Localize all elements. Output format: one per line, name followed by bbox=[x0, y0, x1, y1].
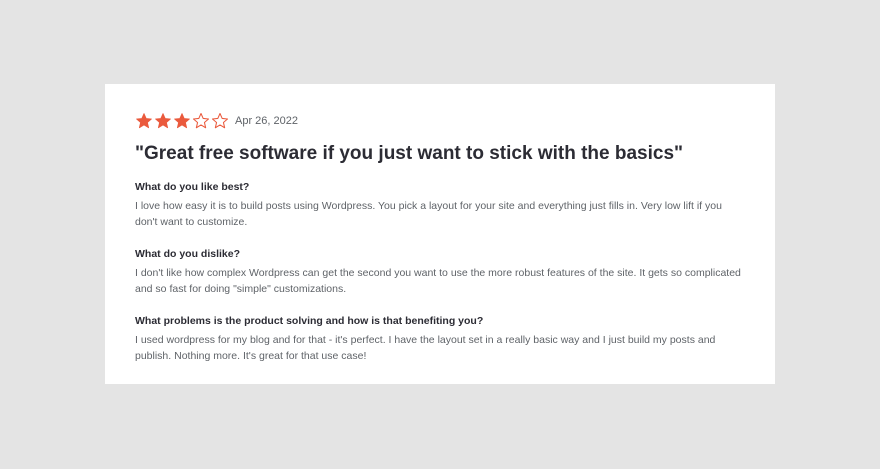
review-title: "Great free software if you just want to… bbox=[135, 143, 684, 164]
review-card: Apr 26, 2022 "Great free software if you… bbox=[105, 84, 775, 384]
review-date: Apr 26, 2022 bbox=[235, 115, 298, 127]
answer-text: I don't like how complex Wordpress can g… bbox=[135, 267, 741, 295]
star-outline-icon bbox=[211, 112, 229, 130]
answer-text: I love how easy it is to build posts usi… bbox=[135, 200, 722, 228]
star-rating bbox=[135, 112, 230, 130]
star-filled-icon bbox=[173, 112, 191, 130]
answer-text: I used wordpress for my blog and for tha… bbox=[135, 334, 716, 362]
rating-row: Apr 26, 2022 bbox=[135, 112, 745, 130]
star-filled-icon bbox=[135, 112, 153, 130]
question-heading: What problems is the product solving and… bbox=[135, 315, 484, 327]
review-section-like: What do you like best? I love how easy i… bbox=[135, 180, 745, 230]
star-outline-icon bbox=[192, 112, 210, 130]
question-heading: What do you dislike? bbox=[135, 248, 241, 260]
review-section-problems: What problems is the product solving and… bbox=[135, 314, 745, 364]
star-filled-icon bbox=[154, 112, 172, 130]
question-heading: What do you like best? bbox=[135, 181, 250, 193]
review-section-dislike: What do you dislike? I don't like how co… bbox=[135, 247, 745, 297]
